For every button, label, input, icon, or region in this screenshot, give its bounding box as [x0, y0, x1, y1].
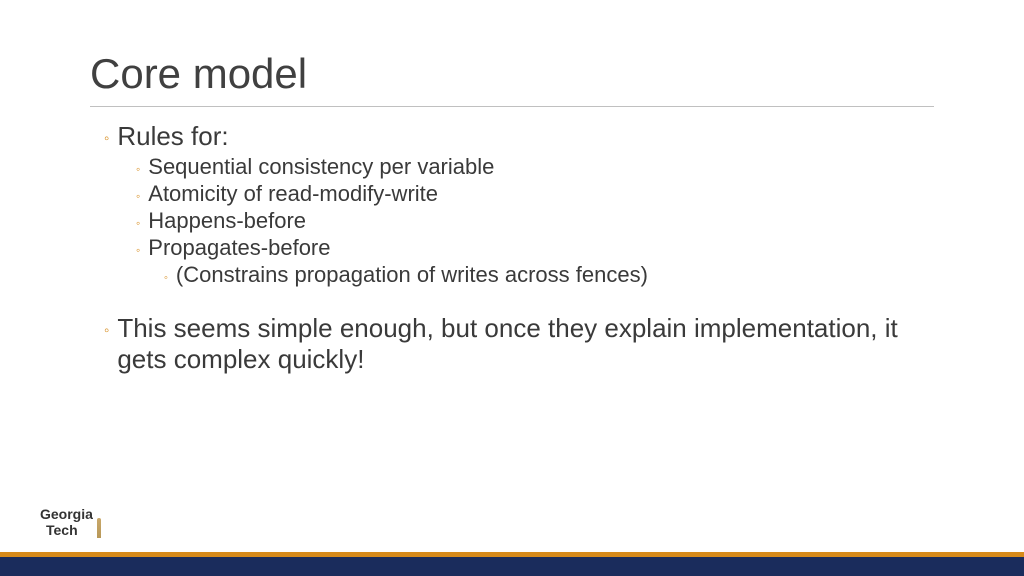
- bullet-text: Sequential consistency per variable: [148, 154, 494, 180]
- logo-line2: Tech: [40, 523, 93, 538]
- bullet-marker: ◦: [136, 216, 140, 230]
- bullet-level2: ◦ Propagates-before: [90, 235, 934, 261]
- slide-container: Core model ◦ Rules for: ◦ Sequential con…: [0, 0, 1024, 576]
- title-underline: [90, 106, 934, 107]
- bullet-level3: ◦ (Constrains propagation of writes acro…: [90, 262, 934, 288]
- slide-title: Core model: [90, 50, 934, 98]
- bullet-marker: ◦: [104, 130, 109, 147]
- footer-bar: [0, 552, 1024, 576]
- bullet-marker: ◦: [164, 272, 168, 284]
- bullet-level1: ◦ Rules for:: [90, 121, 934, 152]
- bullet-level1: ◦ This seems simple enough, but once the…: [90, 313, 934, 375]
- bullet-text: Atomicity of read-modify-write: [148, 181, 438, 207]
- bullet-text: Happens-before: [148, 208, 306, 234]
- bullet-marker: ◦: [104, 322, 109, 339]
- bullet-text: Propagates-before: [148, 235, 330, 261]
- footer-accent-navy: [0, 557, 1024, 576]
- bullet-marker: ◦: [136, 189, 140, 203]
- bullet-level2: ◦ Sequential consistency per variable: [90, 154, 934, 180]
- bullet-level2: ◦ Happens-before: [90, 208, 934, 234]
- logo-text: Georgia Tech: [40, 507, 93, 538]
- bullet-text: (Constrains propagation of writes across…: [176, 262, 648, 288]
- logo-line1: Georgia: [40, 507, 93, 522]
- bullet-text: Rules for:: [117, 121, 228, 152]
- content-area: ◦ Rules for: ◦ Sequential consistency pe…: [90, 121, 934, 375]
- spacer: [90, 289, 934, 313]
- bullet-text: This seems simple enough, but once they …: [117, 313, 934, 375]
- bullet-marker: ◦: [136, 243, 140, 257]
- bullet-marker: ◦: [136, 162, 140, 176]
- bullet-level2: ◦ Atomicity of read-modify-write: [90, 181, 934, 207]
- georgia-tech-logo: Georgia Tech: [40, 507, 103, 538]
- logo-tower-icon: [95, 512, 103, 538]
